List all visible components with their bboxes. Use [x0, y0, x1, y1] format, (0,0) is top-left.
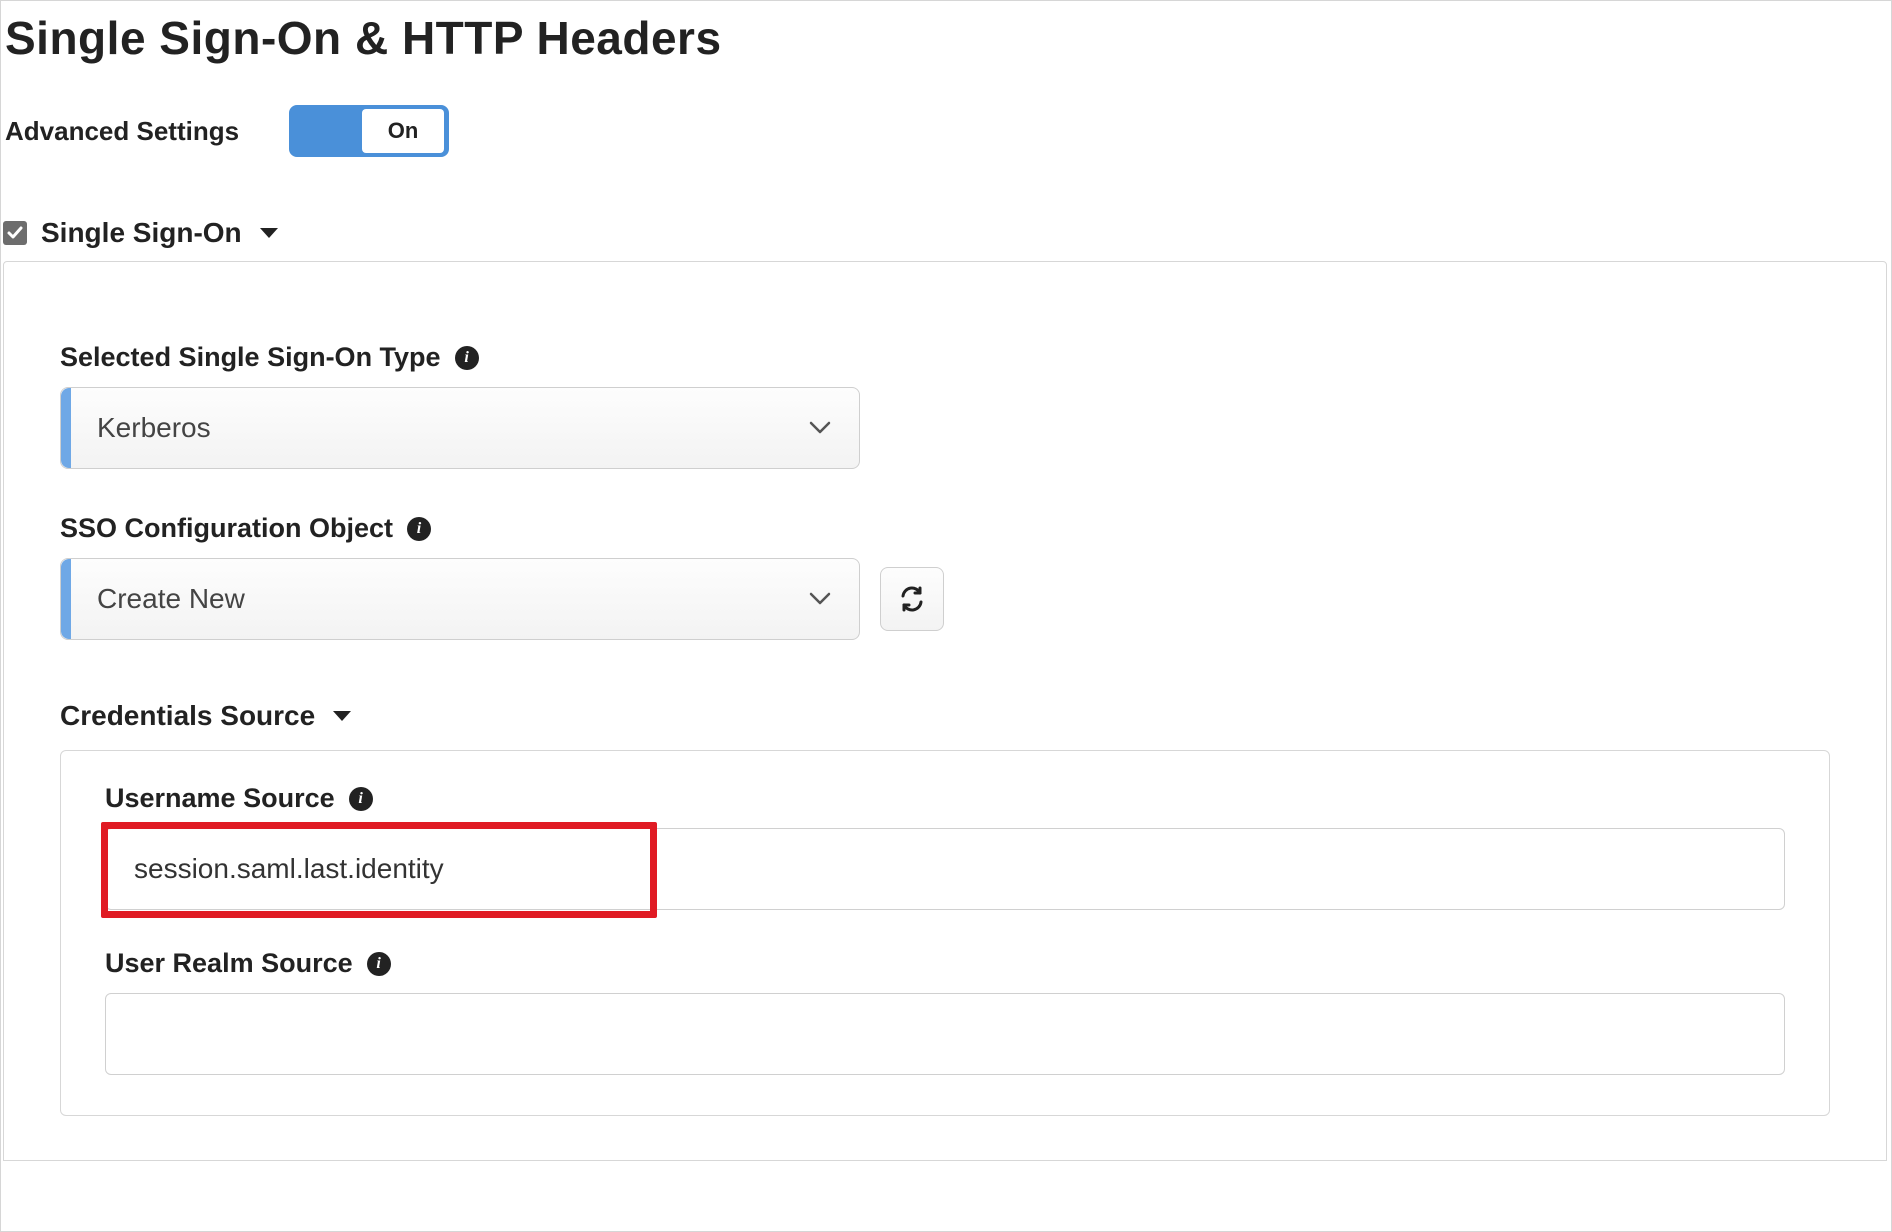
select-accent: [61, 388, 71, 468]
refresh-icon: [897, 584, 927, 614]
credentials-source-panel: Username Source i User Realm Source i: [60, 750, 1830, 1116]
sso-config-select[interactable]: Create New: [60, 558, 860, 640]
user-realm-source-label: User Realm Source: [105, 948, 353, 979]
user-realm-source-input[interactable]: [105, 993, 1785, 1075]
info-icon[interactable]: i: [407, 517, 431, 541]
info-icon[interactable]: i: [455, 346, 479, 370]
sso-section-title: Single Sign-On: [41, 217, 242, 249]
info-icon[interactable]: i: [349, 787, 373, 811]
sso-type-label: Selected Single Sign-On Type: [60, 342, 441, 373]
credentials-source-header[interactable]: Credentials Source: [60, 700, 1830, 732]
advanced-settings-label: Advanced Settings: [5, 116, 239, 147]
refresh-button[interactable]: [880, 567, 944, 631]
caret-down-icon: [333, 711, 351, 721]
caret-down-icon: [260, 228, 278, 238]
select-accent: [61, 559, 71, 639]
info-icon[interactable]: i: [367, 952, 391, 976]
sso-section-header[interactable]: Single Sign-On: [1, 217, 1891, 261]
sso-type-field: Selected Single Sign-On Type i Kerberos: [60, 342, 1830, 469]
sso-type-select[interactable]: Kerberos: [60, 387, 860, 469]
sso-config-field: SSO Configuration Object i Create New: [60, 513, 1830, 640]
username-source-label: Username Source: [105, 783, 335, 814]
sso-checkbox[interactable]: [3, 221, 27, 245]
username-source-input[interactable]: [105, 828, 1785, 910]
chevron-down-icon: [809, 421, 859, 435]
credentials-source-title: Credentials Source: [60, 700, 315, 732]
check-icon: [6, 224, 24, 242]
username-source-field: Username Source i: [105, 783, 1785, 910]
advanced-settings-row: Advanced Settings On: [1, 105, 1891, 157]
sso-config-value: Create New: [71, 583, 809, 615]
sso-config-label: SSO Configuration Object: [60, 513, 393, 544]
user-realm-source-field: User Realm Source i: [105, 948, 1785, 1075]
sso-panel: Selected Single Sign-On Type i Kerberos …: [3, 261, 1887, 1161]
chevron-down-icon: [809, 592, 859, 606]
toggle-label: On: [362, 109, 444, 153]
advanced-settings-toggle[interactable]: On: [289, 105, 449, 157]
sso-type-value: Kerberos: [71, 412, 809, 444]
page-title: Single Sign-On & HTTP Headers: [1, 1, 1891, 65]
